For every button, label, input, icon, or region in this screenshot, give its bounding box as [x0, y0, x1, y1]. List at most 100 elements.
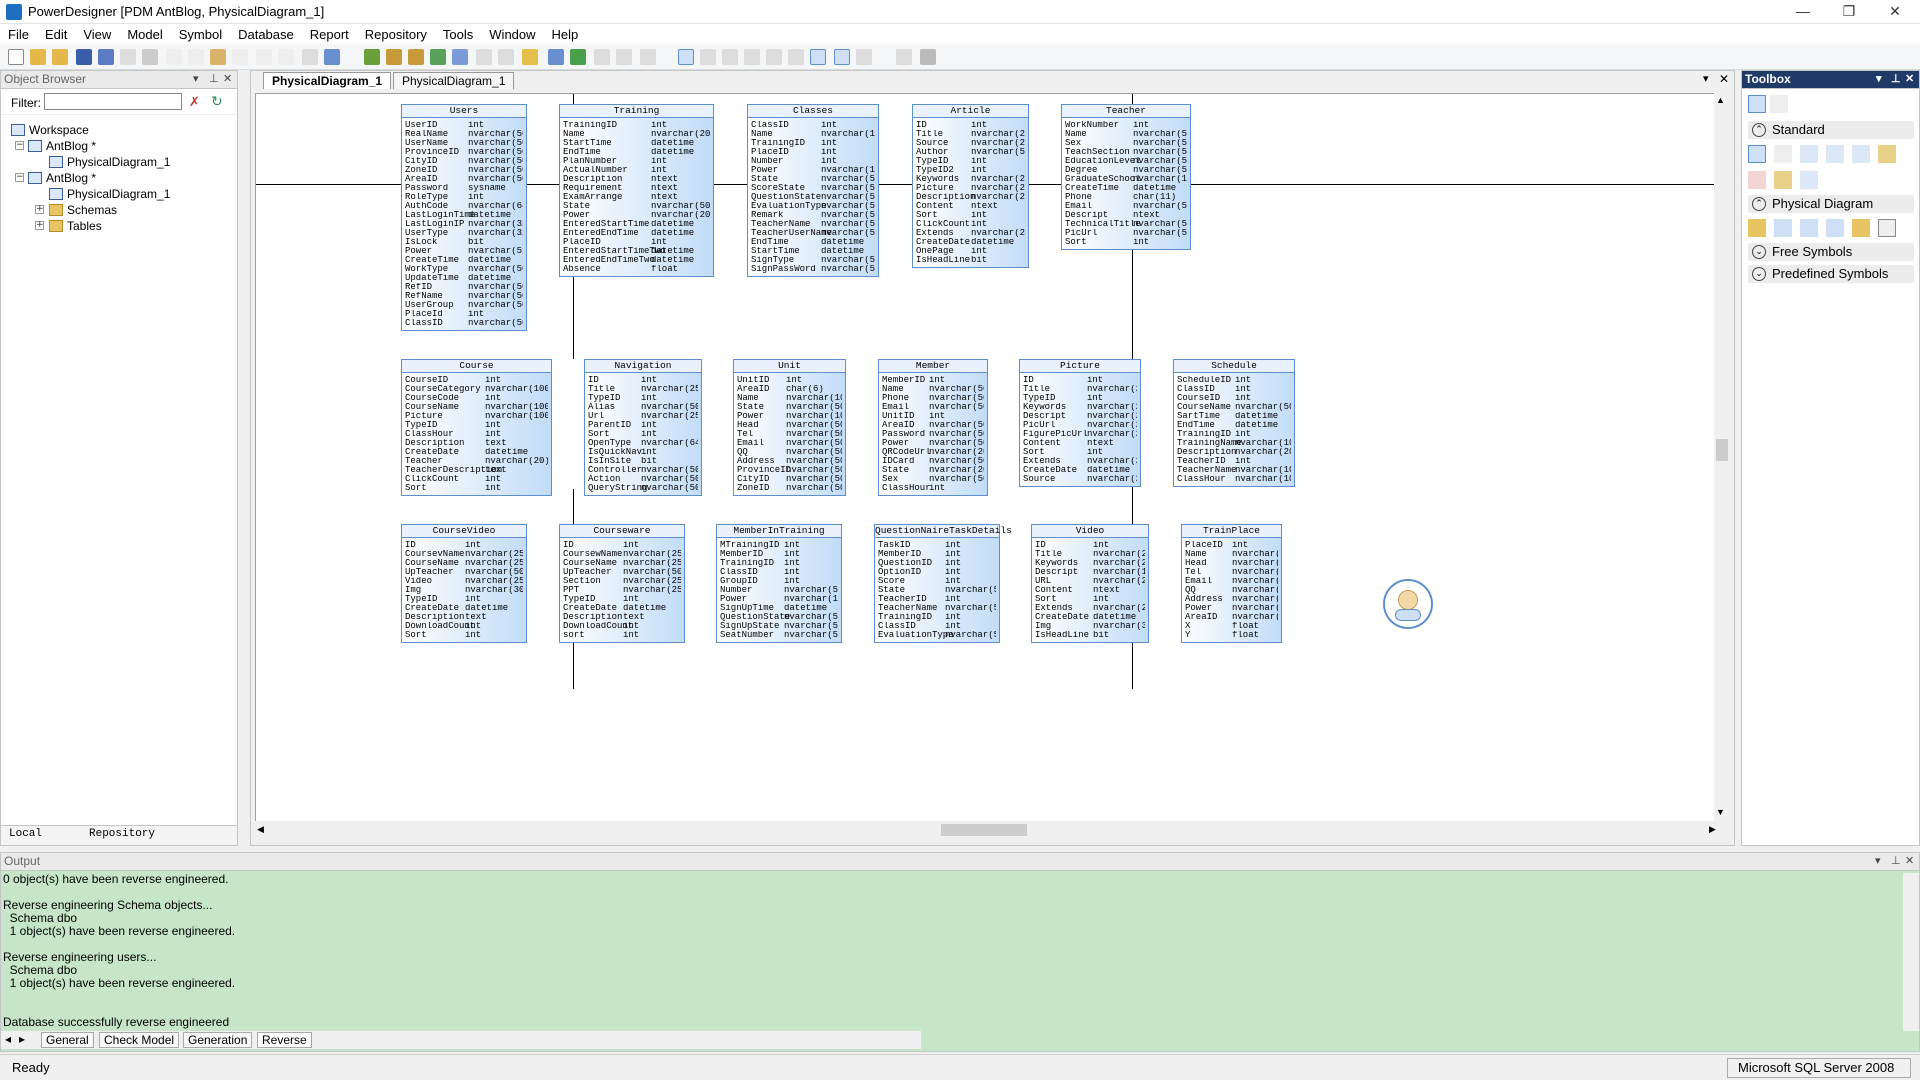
tab-repository[interactable]: Repository — [89, 828, 155, 840]
cut-icon[interactable] — [166, 49, 182, 65]
vertical-scroll-thumb[interactable] — [1716, 439, 1728, 461]
large-icons-view-icon[interactable] — [1748, 95, 1766, 113]
zoom-actual-icon[interactable] — [788, 49, 804, 65]
reference-link[interactable] — [573, 489, 574, 529]
link-tool-icon[interactable] — [1800, 171, 1818, 189]
collapse-icon[interactable]: − — [15, 173, 24, 182]
menu-report[interactable]: Report — [302, 24, 357, 44]
bring-front-icon[interactable] — [594, 49, 610, 65]
reference-link[interactable] — [573, 639, 574, 689]
menu-model[interactable]: Model — [119, 24, 170, 44]
scroll-up-icon[interactable]: ▲ — [1716, 95, 1725, 105]
tab-scroll-right-icon[interactable]: ▸ — [15, 1032, 29, 1048]
reference-tool-icon[interactable] — [1826, 219, 1844, 237]
tree-item-model-2[interactable]: AntBlog * — [28, 171, 96, 185]
tab-local[interactable]: Local — [9, 828, 42, 840]
menu-edit[interactable]: Edit — [37, 24, 75, 44]
tab-general[interactable]: General — [41, 1032, 94, 1048]
menu-window[interactable]: Window — [481, 24, 543, 44]
output-toggle-icon[interactable] — [834, 49, 850, 65]
filter-input[interactable] — [44, 93, 182, 110]
tab-scroll-left-icon[interactable]: ◂ — [1, 1032, 15, 1048]
zoom-fit-icon[interactable] — [678, 49, 694, 65]
print-preview-diagram-icon[interactable] — [896, 49, 912, 65]
tab-reverse[interactable]: Reverse — [257, 1032, 312, 1048]
pin-icon[interactable]: ⊥ — [1891, 71, 1901, 88]
layout-icon[interactable] — [476, 49, 492, 65]
table-teacher[interactable]: Teacher WorkNumber int Name nvarchar(50) Sex n… — [1061, 104, 1191, 250]
horizontal-scroll-thumb[interactable] — [941, 824, 1027, 836]
tree-item-diagram-1[interactable]: PhysicalDiagram_1 — [49, 155, 170, 169]
find-icon[interactable] — [324, 49, 340, 65]
note-tool-icon[interactable] — [1774, 171, 1792, 189]
menu-repository[interactable]: Repository — [357, 24, 435, 44]
table-memberintraining[interactable]: MemberInTraining MTrainingID int MemberID in… — [716, 524, 842, 643]
shadow-icon[interactable] — [498, 49, 514, 65]
minimize-button[interactable]: — — [1780, 0, 1826, 24]
save-all-icon[interactable] — [98, 49, 114, 65]
tree-item-model-1[interactable]: AntBlog * — [28, 139, 96, 153]
send-back-icon[interactable] — [616, 49, 632, 65]
print-diagram-icon[interactable] — [920, 49, 936, 65]
horizontal-scrollbar[interactable]: ◀ ▶ — [255, 821, 1729, 839]
table-picture[interactable]: PictureIDintTitlenvarchar(256)TypeIDintK… — [1019, 359, 1141, 487]
table-course[interactable]: Course CourseID int CourseCategory nvarchar(… — [401, 359, 552, 496]
reverse-db-icon[interactable] — [408, 49, 424, 65]
zoom-previous-icon[interactable] — [766, 49, 782, 65]
open-package-tool-icon[interactable] — [1852, 145, 1870, 163]
table-courseware[interactable]: CoursewareIDintCoursewNamenvarchar(250)C… — [559, 524, 685, 643]
table-users[interactable]: UsersUserIDintRealNamenvarchar(50)UserNa… — [401, 104, 527, 331]
zoom-in-tool-icon[interactable] — [1800, 145, 1818, 163]
table-unit[interactable]: Unit UnitID int AreaID char(6) Name nvarchar(1… — [733, 359, 846, 496]
paste-icon[interactable] — [210, 49, 226, 65]
tab-physical-diagram-active[interactable]: PhysicalDiagram_1 — [263, 72, 392, 89]
tab-generation[interactable]: Generation — [183, 1032, 253, 1048]
font-color-icon[interactable] — [570, 49, 586, 65]
menu-file[interactable]: File — [0, 24, 37, 44]
tab-list-icon[interactable]: ▾ — [1703, 72, 1709, 85]
copy-icon[interactable] — [188, 49, 204, 65]
toolbox-section-standard[interactable]: ⌃ Standard — [1748, 121, 1914, 139]
table-schedule[interactable]: Schedule ScheduleID int ClassID int CourseID i… — [1173, 359, 1295, 487]
file-tool-icon[interactable] — [1878, 219, 1896, 237]
table-classes[interactable]: ClassesClassIDintNamenvarchar(100)Traini… — [747, 104, 879, 277]
refresh-icon[interactable] — [430, 49, 446, 65]
menu-help[interactable]: Help — [544, 24, 587, 44]
toolbox-section-predefined-symbols[interactable]: ⌄ Predefined Symbols — [1748, 265, 1914, 283]
menu-tools[interactable]: Tools — [435, 24, 481, 44]
table-article[interactable]: Article ID int Title nvarchar(256) Source nvar… — [912, 104, 1029, 268]
vertical-scrollbar[interactable]: ▲ ▼ — [1714, 93, 1730, 823]
list-view-icon[interactable] — [1770, 95, 1788, 113]
table-video[interactable]: Video ID int Title nvarchar(256) Keywords nvar… — [1031, 524, 1149, 643]
pin-icon[interactable]: ⊥ — [1891, 853, 1901, 870]
table-trainplace[interactable]: TrainPlacePlaceIDintNamenvarchar(200)Hea… — [1181, 524, 1282, 643]
close-panel-icon[interactable]: ✕ — [1905, 853, 1914, 870]
symbol-format-icon[interactable] — [548, 49, 564, 65]
procedure-tool-icon[interactable] — [1852, 219, 1870, 237]
table-questionnairetaskdetails[interactable]: QuestionNaireTaskDetails TaskID int MemberI… — [874, 524, 1012, 643]
menu-database[interactable]: Database — [230, 24, 302, 44]
scroll-left-icon[interactable]: ◀ — [257, 824, 264, 835]
close-button[interactable]: ✕ — [1872, 0, 1918, 24]
tree-item-tables[interactable]: Tables — [49, 219, 102, 233]
expand-icon[interactable]: + — [35, 221, 44, 230]
print-icon[interactable] — [142, 49, 158, 65]
zoom-out-tool-icon[interactable] — [1826, 145, 1844, 163]
close-panel-icon[interactable]: ✕ — [1905, 71, 1914, 88]
table-member[interactable]: MemberMemberIDintNamenvarchar(50)Phonenv… — [878, 359, 988, 496]
tree-item-diagram-2[interactable]: PhysicalDiagram_1 — [49, 187, 170, 201]
panel-menu-icon[interactable]: ▾ — [1875, 853, 1881, 870]
pen-icon[interactable] — [522, 49, 538, 65]
pin-icon[interactable]: ⊥ — [209, 71, 219, 88]
table-training[interactable]: TrainingTrainingIDintNamenvarchar(200)St… — [559, 104, 714, 277]
panel-menu-icon[interactable]: ▾ — [1876, 71, 1882, 88]
diagram-canvas[interactable]: Users UserID int RealName nvarchar(50) UserNa… — [255, 93, 1729, 823]
print-preview-icon[interactable] — [120, 49, 136, 65]
menu-symbol[interactable]: Symbol — [171, 24, 230, 44]
tree-item-schemas[interactable]: Schemas — [49, 203, 117, 217]
table-tool-icon[interactable] — [1774, 219, 1792, 237]
open-icon[interactable] — [30, 49, 46, 65]
save-icon[interactable] — [76, 49, 92, 65]
zoom-out-icon[interactable] — [722, 49, 738, 65]
properties-icon[interactable] — [302, 49, 318, 65]
